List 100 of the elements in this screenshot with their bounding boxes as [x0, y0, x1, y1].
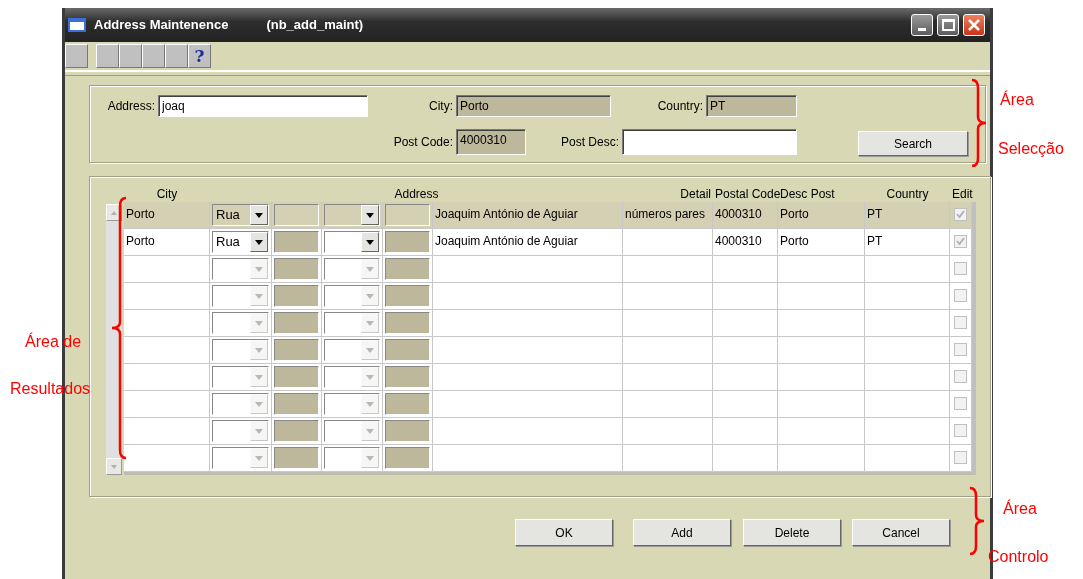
- field-label: Address:: [106, 98, 156, 115]
- caret-icon: [255, 293, 263, 299]
- table-row[interactable]: [124, 310, 972, 337]
- readonly-field: [274, 258, 319, 280]
- street-type-dropdown[interactable]: Rua: [212, 231, 269, 253]
- caret-icon: [366, 239, 374, 245]
- readonly-field: [274, 339, 319, 361]
- scroll-down-button[interactable]: [106, 458, 122, 475]
- toolbar-button[interactable]: [142, 44, 165, 68]
- readonly-field: [385, 312, 430, 334]
- minimize-button[interactable]: [911, 14, 933, 36]
- caret-icon: [366, 374, 374, 380]
- caret-icon: [366, 401, 374, 407]
- dropdown-arrow-button[interactable]: [250, 232, 268, 252]
- maximize-button[interactable]: [937, 14, 959, 36]
- readonly-field: [274, 420, 319, 442]
- country-field: PT: [706, 95, 797, 117]
- toolbar-button[interactable]: [65, 44, 88, 68]
- readonly-field: [385, 258, 430, 280]
- edit-checkbox[interactable]: [954, 343, 967, 356]
- table-row[interactable]: [124, 337, 972, 364]
- caret-icon: [366, 212, 374, 218]
- readonly-field: [385, 366, 430, 388]
- dialog-button[interactable]: OK: [515, 519, 613, 546]
- caret-icon: [255, 347, 263, 353]
- column-header: Postal Code: [714, 187, 778, 202]
- readonly-field: [385, 231, 430, 253]
- readonly-field: [385, 447, 430, 469]
- edit-checkbox[interactable]: [954, 397, 967, 410]
- dialog-button[interactable]: Add: [633, 519, 731, 546]
- toolbar-button[interactable]: [119, 44, 142, 68]
- caret-icon: [366, 455, 374, 461]
- caret-icon: [255, 428, 263, 434]
- readonly-field: [274, 447, 319, 469]
- caret-icon: [255, 401, 263, 407]
- edit-checkbox[interactable]: [954, 424, 967, 437]
- readonly-field: [274, 366, 319, 388]
- dropdown[interactable]: [324, 204, 380, 226]
- field-label: Country:: [656, 98, 704, 115]
- table-row[interactable]: [124, 283, 972, 310]
- readonly-field: [385, 393, 430, 415]
- window-title: Address Maintenence: [94, 16, 229, 35]
- field-label: Post Code:: [392, 133, 454, 151]
- city-field: Porto: [456, 95, 611, 117]
- edit-checkbox[interactable]: [954, 235, 967, 248]
- help-button[interactable]: ?: [188, 44, 211, 68]
- table-cell: [713, 445, 778, 472]
- edit-checkbox[interactable]: [954, 262, 967, 275]
- table-row[interactable]: [124, 391, 972, 418]
- toolbar-button[interactable]: [165, 44, 188, 68]
- caret-icon: [255, 239, 263, 245]
- table-row[interactable]: [124, 418, 972, 445]
- readonly-field: [274, 204, 319, 226]
- dialog-button[interactable]: Cancel: [852, 519, 950, 546]
- dropdown[interactable]: [324, 231, 380, 253]
- readonly-field: [274, 231, 319, 253]
- caret-icon: [255, 374, 263, 380]
- post-desc-field[interactable]: [622, 128, 797, 155]
- dropdown-arrow-button[interactable]: [361, 232, 379, 252]
- edit-checkbox[interactable]: [954, 370, 967, 383]
- column-header: Detail: [679, 187, 712, 202]
- caret-icon: [255, 455, 263, 461]
- dropdown-arrow-button[interactable]: [250, 205, 268, 225]
- close-icon: [968, 19, 980, 31]
- table-row[interactable]: [124, 364, 972, 391]
- annotation-label: Selecção: [998, 141, 1064, 157]
- field-label: City:: [428, 98, 454, 115]
- dialog-button[interactable]: Delete: [743, 519, 841, 546]
- readonly-field: [385, 285, 430, 307]
- table-row[interactable]: [124, 445, 972, 472]
- readonly-field: [385, 339, 430, 361]
- close-button[interactable]: [963, 14, 985, 36]
- annotation-label: Área: [1003, 501, 1037, 517]
- search-button[interactable]: Search: [858, 131, 968, 156]
- edit-checkbox[interactable]: [954, 451, 967, 464]
- edit-checkbox[interactable]: [954, 208, 967, 221]
- table-row[interactable]: Porto Rua Joaquim António de Aguiar 4000310 Porto PT: [124, 229, 972, 256]
- readonly-field: [274, 312, 319, 334]
- readonly-field: [385, 204, 430, 226]
- field-label: Post Desc:: [559, 133, 620, 151]
- edit-checkbox[interactable]: [954, 289, 967, 302]
- caret-icon: [366, 347, 374, 353]
- window-icon: [68, 18, 86, 32]
- maximize-icon: [941, 19, 955, 31]
- address-field[interactable]: joaq: [158, 95, 368, 117]
- table-row[interactable]: Porto Rua Joaquim António de Aguiar números pares 4000310 Porto PT: [124, 202, 972, 229]
- street-type-dropdown[interactable]: Rua: [212, 204, 269, 226]
- caret-icon: [366, 428, 374, 434]
- dropdown-arrow-button[interactable]: [361, 205, 379, 225]
- caret-icon: [366, 320, 374, 326]
- readonly-field: [385, 420, 430, 442]
- post-code-field: 4000310: [456, 128, 526, 155]
- annotation-label: Área: [1000, 92, 1034, 108]
- edit-checkbox[interactable]: [954, 316, 967, 329]
- column-header: Edit: [951, 187, 974, 202]
- window-subtitle: (nb_add_maint): [266, 16, 365, 35]
- toolbar-button[interactable]: [96, 44, 119, 68]
- column-header: City: [155, 187, 179, 202]
- readonly-field: [274, 393, 319, 415]
- caret-icon: [366, 293, 374, 299]
